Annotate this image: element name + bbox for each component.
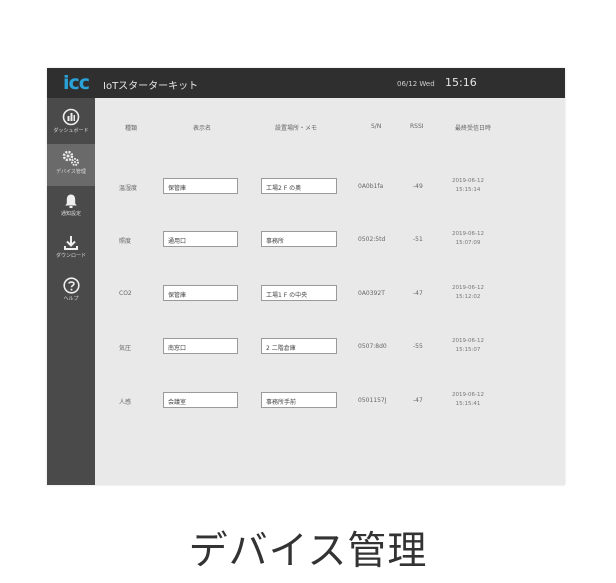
rssi-value: -47: [413, 290, 423, 297]
column-header-name: 表示名: [193, 125, 212, 132]
table-row: CO2 保管庫 工場1 F の中央 0A0392T -47 2019-06-12…: [95, 249, 565, 301]
column-header-type: 種類: [125, 125, 138, 132]
rssi-value: -47: [413, 397, 423, 404]
sidebar-item-dashboard[interactable]: ダッシュボード: [47, 102, 95, 144]
location-memo-input[interactable]: 事務所手前: [261, 392, 337, 408]
sidebar-item-download[interactable]: ダウンロード: [47, 232, 95, 270]
last-received-date: 2019-06-12: [452, 231, 484, 237]
sidebar-item-label: 通知設定: [60, 211, 81, 217]
app-window: icc IoTスターターキット 06/12 Wed 15:16 ダッシュボード …: [47, 68, 565, 485]
last-received: 2019-06-12 15:15:41: [443, 391, 493, 409]
display-name-input[interactable]: 保管庫: [163, 178, 238, 194]
help-icon: [62, 277, 80, 294]
bell-icon: [65, 194, 77, 208]
page-caption: デバイス管理: [188, 529, 428, 574]
sidebar: ダッシュボード デバイス管理 通知設定 ダウンロード ヘルプ: [47, 98, 95, 485]
app-title: IoTスターターキット: [103, 81, 199, 92]
sidebar-item-label: ヘルプ: [63, 296, 79, 302]
device-type: 気圧: [119, 345, 132, 352]
serial-number: 0507:8d0: [358, 343, 387, 350]
serial-number: 0A0392T: [358, 290, 385, 297]
location-memo-input[interactable]: 2 二階倉庫: [261, 338, 337, 354]
table-row: 人感 会議室 事務所手前 0501157J -47 2019-06-12 15:…: [95, 356, 565, 408]
display-name-input[interactable]: 南窓口: [163, 338, 238, 354]
display-name-input[interactable]: 会議室: [163, 392, 238, 408]
last-received-time: 15:07:09: [455, 240, 481, 246]
serial-number: 0502:5td: [358, 236, 386, 243]
last-received-time: 15:15:41: [455, 401, 481, 407]
column-header-sn: S/N: [371, 123, 382, 130]
rssi-value: -51: [413, 236, 423, 243]
last-received-time: 15:15:14: [455, 187, 481, 193]
top-bar: icc IoTスターターキット 06/12 Wed 15:16: [47, 68, 565, 98]
location-memo-input[interactable]: 工場2 F の奥: [261, 178, 337, 194]
last-received: 2019-06-12 15:15:07: [443, 337, 493, 355]
device-type: CO2: [119, 290, 132, 297]
last-received: 2019-06-12 15:12:02: [443, 284, 493, 302]
last-received-date: 2019-06-12: [452, 392, 484, 398]
serial-number: 0501157J: [358, 397, 387, 404]
column-header-location: 設置場所・メモ: [275, 125, 318, 132]
table-row: 照度 通用口 事務所 0502:5td -51 2019-06-12 15:07…: [95, 195, 565, 247]
column-header-rssi: RSSI: [410, 123, 424, 130]
rssi-value: -49: [413, 183, 423, 190]
last-received: 2019-06-12 15:15:14: [443, 177, 493, 195]
sidebar-item-label: ダッシュボード: [53, 128, 89, 134]
time-display: 15:16: [445, 76, 477, 89]
table-row: 温湿度 保管庫 工場2 F の奥 0A0b1fa -49 2019-06-12 …: [95, 142, 565, 194]
sidebar-item-help[interactable]: ヘルプ: [47, 274, 95, 312]
sidebar-item-notifications[interactable]: 通知設定: [47, 190, 95, 228]
device-type: 人感: [119, 399, 132, 406]
dashboard-icon: [62, 108, 80, 126]
device-type: 温湿度: [119, 185, 138, 192]
column-header-last-received: 最終受信日時: [455, 125, 492, 132]
rssi-value: -55: [413, 343, 423, 350]
display-name-input[interactable]: 保管庫: [163, 285, 238, 301]
device-type: 照度: [119, 238, 132, 245]
date-display: 06/12 Wed: [397, 80, 435, 88]
last-received: 2019-06-12 15:07:09: [443, 230, 493, 248]
last-received-date: 2019-06-12: [452, 338, 484, 344]
table-row: 気圧 南窓口 2 二階倉庫 0507:8d0 -55 2019-06-12 15…: [95, 302, 565, 354]
location-memo-input[interactable]: 工場1 F の中央: [261, 285, 337, 301]
last-received-time: 15:15:07: [455, 347, 481, 353]
sidebar-item-label: デバイス管理: [56, 169, 86, 175]
device-table: 種類 表示名 設置場所・メモ S/N RSSI 最終受信日時 温湿度 保管庫 工…: [95, 98, 565, 485]
app-logo[interactable]: icc: [63, 72, 90, 94]
gears-icon: [62, 150, 79, 166]
last-received-time: 15:12:02: [455, 294, 481, 300]
sidebar-item-device-management[interactable]: デバイス管理: [47, 144, 95, 186]
serial-number: 0A0b1fa: [358, 183, 384, 190]
location-memo-input[interactable]: 事務所: [261, 231, 337, 247]
last-received-date: 2019-06-12: [452, 285, 484, 291]
display-name-input[interactable]: 通用口: [163, 231, 238, 247]
last-received-date: 2019-06-12: [452, 178, 484, 184]
sidebar-item-label: ダウンロード: [55, 253, 86, 259]
download-icon: [64, 236, 78, 250]
